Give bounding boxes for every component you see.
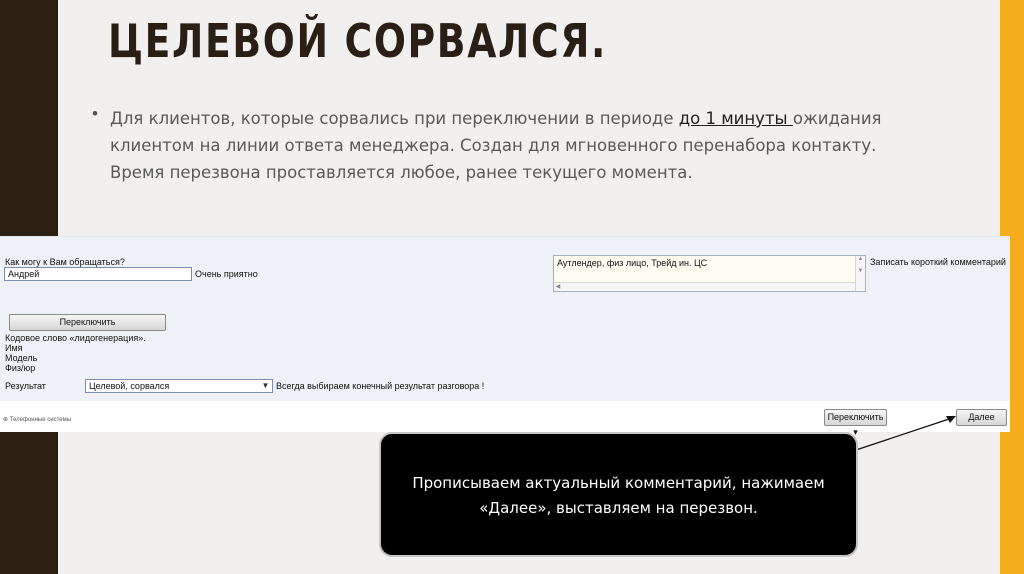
name-input[interactable]: Андрей [4, 267, 192, 281]
address-question-label: Как могу к Вам обращаться? [5, 257, 125, 267]
comment-textarea[interactable]: Аутлендер, физ лицо, Трейд ин. ЦС ▲ ▼ ◀ [553, 255, 866, 292]
slide-title: ЦЕЛЕВОЙ СОРВАЛСЯ. [108, 14, 607, 68]
comment-scrollbar[interactable]: ▲ ▼ [855, 256, 865, 291]
instruction-callout: Прописываем актуальный комментарий, нажи… [379, 432, 858, 557]
result-select[interactable]: Целевой, сорвался ▼ [85, 379, 273, 393]
footer-logo: ⊕ Телефонные системы [3, 417, 72, 423]
pointer-arrow [855, 416, 956, 451]
comment-text: Аутлендер, физ лицо, Трейд ин. ЦС [557, 258, 708, 268]
result-selected-value: Целевой, сорвался [89, 381, 170, 391]
switch-button[interactable]: Переключить [9, 314, 166, 331]
footer-logo-text: Телефонные системы [9, 417, 72, 423]
name-field-label: Имя [5, 343, 23, 353]
callout-line-2: «Далее», выставляем на перезвон. [479, 499, 758, 517]
slide-body-text: Для клиентов, которые сорвались при пере… [110, 105, 930, 186]
next-button[interactable]: Далее [956, 409, 1007, 426]
pleasure-text: Очень приятно [195, 269, 258, 279]
bullet-marker: • [92, 104, 98, 123]
body-text-underlined: до 1 минуты [678, 109, 793, 128]
chevron-down-icon[interactable]: ▼ [260, 381, 271, 391]
result-label: Результат [5, 381, 46, 391]
code-word-text: Кодовое слово «лидогенерация». [5, 333, 146, 343]
crm-form-screenshot: Как могу к Вам обращаться? Андрей Очень … [0, 236, 1010, 437]
callout-line-1: Прописываем актуальный комментарий, нажи… [412, 474, 825, 492]
comment-horizontal-scrollbar[interactable]: ◀ [554, 282, 855, 291]
person-type-label: Физ/юр [5, 363, 36, 373]
comment-label: Записать короткий комментарий [870, 257, 1006, 267]
result-hint: Всегда выбираем конечный результат разго… [276, 381, 485, 391]
body-text-part1: Для клиентов, которые сорвались при пере… [110, 109, 679, 128]
model-field-label: Модель [5, 353, 38, 363]
